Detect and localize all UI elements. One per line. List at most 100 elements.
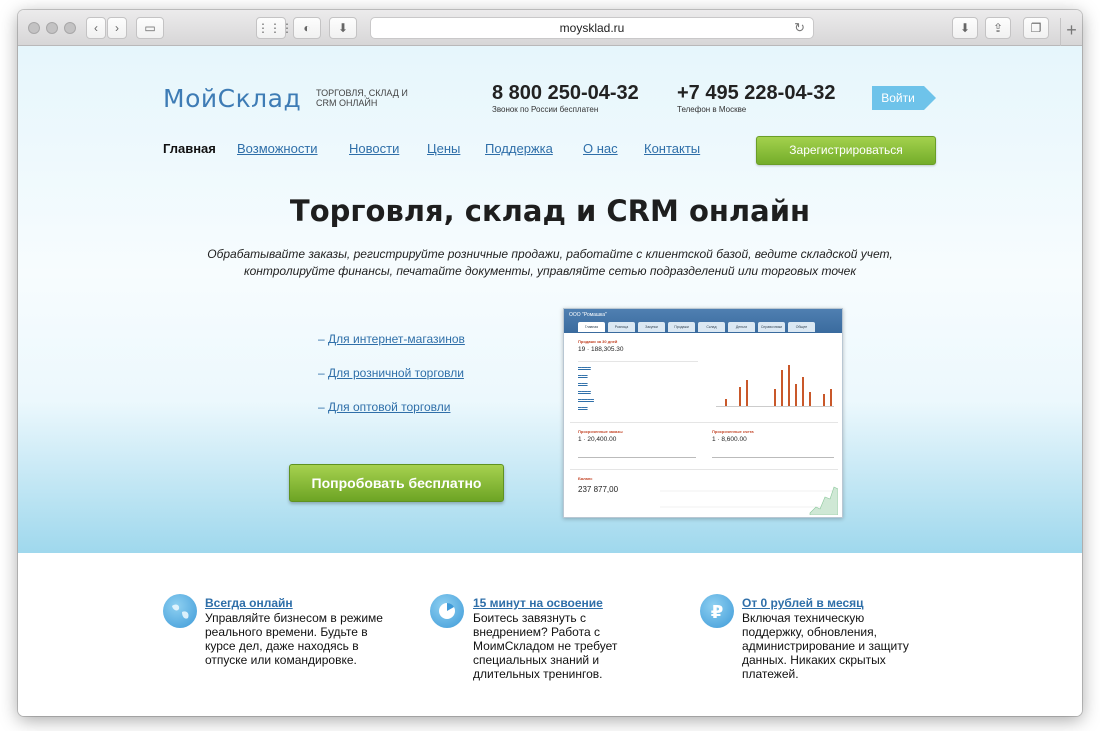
dashboard-preview-bar xyxy=(780,370,783,406)
feature-desc-line: Боитесь завязнуть с xyxy=(473,611,586,625)
dashboard-preview-orders-title: Просроченные заказы xyxy=(578,429,623,434)
feature-title-online[interactable]: Всегда онлайн xyxy=(205,596,293,610)
dashboard-preview-bar xyxy=(774,389,776,406)
clock-icon xyxy=(430,594,464,628)
hero-subtitle: Обрабатывайте заказы, регистрируйте розн… xyxy=(200,246,900,280)
minimize-window-button[interactable] xyxy=(46,22,58,34)
nav-item-news[interactable]: Новости xyxy=(349,141,399,156)
dashboard-preview-row: ▬▬▬▬ xyxy=(578,389,591,393)
dashboard-preview-bar xyxy=(746,379,749,406)
dashboard-preview-rule xyxy=(570,469,838,470)
dashboard-preview-bar xyxy=(801,377,804,406)
login-button-arrow xyxy=(924,86,936,110)
dashboard-preview-tab: Деньги xyxy=(728,322,755,332)
dashboard-preview-tab: Закупки xyxy=(638,322,665,332)
nav-item-prices[interactable]: Цены xyxy=(427,141,460,156)
nav-item-about[interactable]: О нас xyxy=(583,141,618,156)
top-sites-icon[interactable]: ⋮⋮⋮ xyxy=(256,17,293,39)
dashboard-preview-balance-title: Баланс xyxy=(578,476,593,481)
feature-desc-line: поддержку, обновления, xyxy=(742,625,877,639)
dashboard-preview-row: ▬▬▬▬▬ xyxy=(578,397,594,401)
feature-desc-line: специальных знаний и xyxy=(473,653,600,667)
new-tab-icon[interactable]: + xyxy=(1060,18,1082,46)
download-extension-icon[interactable]: ⬇ xyxy=(329,17,357,39)
feature-title-price[interactable]: От 0 рублей в месяц xyxy=(742,596,864,610)
zoom-window-button[interactable] xyxy=(64,22,76,34)
feature-desc-line: длительных тренингов. xyxy=(473,667,603,681)
nav-item-features[interactable]: Возможности xyxy=(237,141,318,156)
register-button[interactable]: Зарегистрироваться xyxy=(756,136,936,165)
page-title: Торговля, склад и CRM онлайн xyxy=(289,194,811,228)
phone-note-free: Звонок по России бесплатен xyxy=(492,105,599,114)
ruble-icon: ₽ xyxy=(700,594,734,628)
feature-desc-line: отпуске или командировке. xyxy=(205,653,357,667)
dashboard-preview-row: ▬▬▬▬ xyxy=(578,365,591,369)
dashboard-preview-balance-chart xyxy=(660,486,838,515)
dashboard-preview-rule xyxy=(578,361,698,362)
segment-link-retail[interactable]: – Для розничной торговли xyxy=(318,366,464,380)
logo[interactable]: МойСклад xyxy=(163,84,301,113)
dashboard-preview-chart xyxy=(716,359,834,407)
share-icon[interactable]: ⇪ xyxy=(985,17,1011,39)
dashboard-preview-row: ▬▬▬ xyxy=(578,373,588,377)
address-bar[interactable]: moysklad.ru ↻ xyxy=(370,17,814,39)
web-page: МойСклад ТОРГОВЛЯ, СКЛАД И CRM ОНЛАЙН 8 … xyxy=(18,46,1082,716)
nav-item-contacts[interactable]: Контакты xyxy=(644,141,700,156)
dashboard-preview-invoices-total: 1 · 8,600.00 xyxy=(712,436,747,443)
feature-desc-line: платежей. xyxy=(742,667,799,681)
dashboard-preview-rule xyxy=(570,422,838,423)
browser-toolbar: ‹ › ▭ ⋮⋮⋮ ◐ ⬇ moysklad.ru ↻ ⬇ ⇪ ❐ + xyxy=(18,10,1082,46)
forward-icon[interactable]: › xyxy=(107,17,127,39)
feature-desc-line: администрирование и защиту xyxy=(742,639,909,653)
close-window-button[interactable] xyxy=(28,22,40,34)
dashboard-preview-tab: Склад xyxy=(698,322,725,332)
dashboard-preview-tab: Общее xyxy=(788,322,815,332)
dashboard-preview-tab: Продажи xyxy=(668,322,695,332)
extension-icon[interactable]: ◐ xyxy=(293,17,321,39)
dashboard-preview-balance-total: 237 877,00 xyxy=(578,485,619,494)
globe-icon xyxy=(163,594,197,628)
dashboard-preview-rule xyxy=(712,457,834,458)
feature-desc-line: курсе дел, даже находясь в xyxy=(205,639,359,653)
dashboard-preview-row: ▬▬▬ xyxy=(578,381,588,385)
feature-desc-learning: Боитесь завязнуть с внедрением? Работа с… xyxy=(473,611,617,681)
dashboard-preview-bar xyxy=(808,391,811,406)
phone-number-moscow[interactable]: +7 495 228-04-32 xyxy=(677,82,835,105)
segment-link-wholesale[interactable]: – Для оптовой торговли xyxy=(318,400,450,414)
try-free-button[interactable]: Попробовать бесплатно xyxy=(289,464,504,502)
browser-window: ‹ › ▭ ⋮⋮⋮ ◐ ⬇ moysklad.ru ↻ ⬇ ⇪ ❐ + МойС… xyxy=(18,10,1082,716)
feature-desc-line: Управляйте бизнесом в режиме xyxy=(205,611,383,625)
back-icon[interactable]: ‹ xyxy=(86,17,106,39)
downloads-icon[interactable]: ⬇ xyxy=(952,17,978,39)
dashboard-preview-row: ▬▬▬ xyxy=(578,405,588,409)
dashboard-preview-bar xyxy=(725,398,728,406)
url-text: moysklad.ru xyxy=(559,21,625,35)
feature-desc-line: данных. Никаких скрытых xyxy=(742,653,886,667)
dashboard-preview-bar xyxy=(822,394,825,406)
tabs-overview-icon[interactable]: ❐ xyxy=(1023,17,1049,39)
feature-desc-price: Включая техническую поддержку, обновлени… xyxy=(742,611,909,681)
sidebar-icon[interactable]: ▭ xyxy=(136,17,164,39)
reload-icon[interactable]: ↻ xyxy=(794,18,805,38)
phone-number-free[interactable]: 8 800 250-04-32 xyxy=(492,82,639,105)
hero-subtitle-line-1: Обрабатывайте заказы, регистрируйте розн… xyxy=(207,247,893,261)
login-button[interactable]: Войти xyxy=(872,86,924,110)
dashboard-preview-sales-total: 19 · 188,305.30 xyxy=(578,346,624,353)
dashboard-preview-tab: Главная xyxy=(578,322,605,332)
feature-desc-line: внедрением? Работа с xyxy=(473,625,600,639)
dashboard-preview-bar xyxy=(829,389,832,406)
svg-text:₽: ₽ xyxy=(711,602,724,623)
feature-desc-line: Включая техническую xyxy=(742,611,865,625)
dashboard-preview-company: ООО "Ромашка" xyxy=(569,312,607,318)
feature-title-learning[interactable]: 15 минут на освоение xyxy=(473,596,603,610)
dashboard-preview-bar xyxy=(787,365,790,406)
hero-section: МойСклад ТОРГОВЛЯ, СКЛАД И CRM ОНЛАЙН 8 … xyxy=(18,46,1082,553)
nav-item-support[interactable]: Поддержка xyxy=(485,141,553,156)
dashboard-preview-bar xyxy=(739,386,742,406)
segment-link-ecommerce[interactable]: – Для интернет-магазинов xyxy=(318,332,465,346)
dashboard-preview-invoices-title: Просроченные счета xyxy=(712,429,754,434)
dashboard-preview-tab: Розница xyxy=(608,322,635,332)
dashboard-preview-sales-title: Продажи за 30 дней xyxy=(578,339,618,344)
nav-item-home[interactable]: Главная xyxy=(163,141,216,156)
feature-desc-line: МоимСкладом не требует xyxy=(473,639,618,653)
